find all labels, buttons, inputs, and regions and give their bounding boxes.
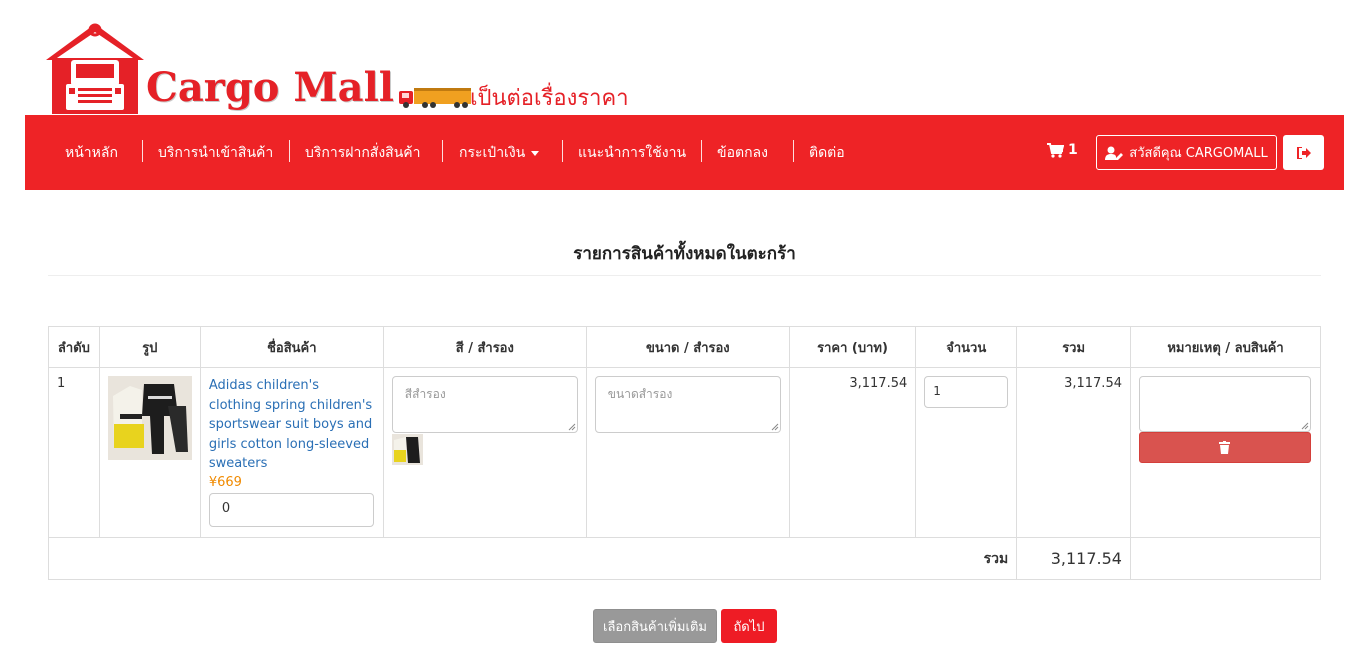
resize-handle-icon xyxy=(1301,422,1309,430)
cart-count: 1 xyxy=(1068,142,1078,158)
cart-table: ลำดับ รูป ชื่อสินค้า สี / สำรอง ขนาด / ส… xyxy=(47,326,1322,580)
color-backup-placeholder: สีสำรอง xyxy=(404,387,446,401)
product-name-link[interactable]: Adidas children's clothing spring childr… xyxy=(209,376,375,474)
table-total-row: รวม 3,117.54 xyxy=(47,537,1322,580)
brand-name: Cargo Mall xyxy=(146,64,394,111)
col-header-qty: จำนวน xyxy=(915,326,1018,368)
nav-contact[interactable]: ติดต่อ xyxy=(809,142,845,164)
resize-handle-icon xyxy=(771,423,779,431)
nav-divider xyxy=(701,140,702,162)
row-index: 1 xyxy=(48,367,100,538)
nav-wallet-label: กระเป๋าเงิน xyxy=(459,145,526,161)
resize-handle-icon xyxy=(568,423,576,431)
size-backup-textarea[interactable]: ขนาดสำรอง xyxy=(594,376,781,433)
divider xyxy=(48,275,1321,276)
size-backup-placeholder: ขนาดสำรอง xyxy=(607,387,673,401)
user-greeting: สวัสดีคุณ CARGOMALL xyxy=(1129,146,1268,161)
sign-out-icon xyxy=(1296,146,1311,159)
product-price-cny: ¥669 xyxy=(208,474,242,490)
product-info-cell: Adidas children's clothing spring childr… xyxy=(199,367,384,538)
nav-guide[interactable]: แนะนำการใช้งาน xyxy=(578,142,686,164)
next-button[interactable]: ถัดไป xyxy=(721,609,777,643)
qty-cell: 1 xyxy=(915,367,1018,538)
col-header-price: ราคา (บาท) xyxy=(788,326,917,368)
note-cell xyxy=(1129,367,1322,538)
cart-button[interactable]: 1 xyxy=(1047,142,1078,158)
brand-slogan: เป็นต่อเรื่องราคา xyxy=(470,86,629,111)
quantity-input[interactable]: 1 xyxy=(924,376,1009,408)
empty-cell xyxy=(1129,537,1322,580)
main-navbar: หน้าหลัก บริการนำเข้าสินค้า บริการฝากสั่… xyxy=(25,115,1344,190)
col-header-color: สี / สำรอง xyxy=(382,326,587,368)
col-header-index: ลำดับ xyxy=(48,326,100,368)
nav-import-service[interactable]: บริการนำเข้าสินค้า xyxy=(158,142,273,164)
nav-terms[interactable]: ข้อตกลง xyxy=(717,142,768,164)
trash-icon xyxy=(1219,441,1231,454)
color-backup-textarea[interactable]: สีสำรอง xyxy=(391,376,578,433)
warehouse-truck-logo-icon xyxy=(46,23,144,114)
product-image[interactable] xyxy=(107,376,192,460)
table-header-row: ลำดับ รูป ชื่อสินค้า สี / สำรอง ขนาด / ส… xyxy=(48,326,1322,368)
cart-icon xyxy=(1047,142,1064,158)
nav-divider xyxy=(793,140,794,162)
col-header-total: รวม xyxy=(1016,326,1131,368)
delete-item-button[interactable] xyxy=(1138,432,1311,463)
nav-divider xyxy=(562,140,563,162)
row-total: 3,117.54 xyxy=(1016,367,1131,538)
size-cell: ขนาดสำรอง xyxy=(585,367,790,538)
col-header-note: หมายเหตุ / ลบสินค้า xyxy=(1129,326,1322,368)
col-header-name: ชื่อสินค้า xyxy=(199,326,384,368)
grand-total-value: 3,117.54 xyxy=(1016,537,1131,580)
product-extra-input[interactable]: 0 xyxy=(208,492,374,527)
nav-divider xyxy=(142,140,143,162)
unit-price: 3,117.54 xyxy=(788,367,917,538)
brand-logo[interactable]: Cargo Mall เป็นต่อเรื่องราคา xyxy=(44,22,644,114)
nav-divider xyxy=(289,140,290,162)
nav-wallet-dropdown[interactable]: กระเป๋าเงิน xyxy=(459,142,540,164)
note-textarea[interactable] xyxy=(1138,376,1311,432)
caret-down-icon xyxy=(531,150,540,156)
table-row: 1 Adidas children's clothing spring chil… xyxy=(48,367,1322,538)
truck-icon xyxy=(399,88,471,108)
nav-divider xyxy=(442,140,443,162)
page-title: รายการสินค้าทั้งหมดในตะกร้า xyxy=(573,244,796,264)
product-image-cell xyxy=(98,367,201,538)
user-profile-button[interactable]: สวัสดีคุณ CARGOMALL xyxy=(1096,135,1277,170)
col-header-image: รูป xyxy=(98,326,201,368)
user-edit-icon xyxy=(1105,146,1124,160)
nav-home[interactable]: หน้าหลัก xyxy=(65,142,118,164)
logout-button[interactable] xyxy=(1283,135,1324,170)
grand-total-label: รวม xyxy=(47,537,1018,580)
col-header-size: ขนาด / สำรอง xyxy=(585,326,790,368)
select-more-products-button[interactable]: เลือกสินค้าเพิ่มเติม xyxy=(593,609,717,643)
color-thumbnail[interactable] xyxy=(391,434,423,465)
nav-order-service[interactable]: บริการฝากสั่งสินค้า xyxy=(305,142,421,164)
color-cell: สีสำรอง xyxy=(382,367,587,538)
